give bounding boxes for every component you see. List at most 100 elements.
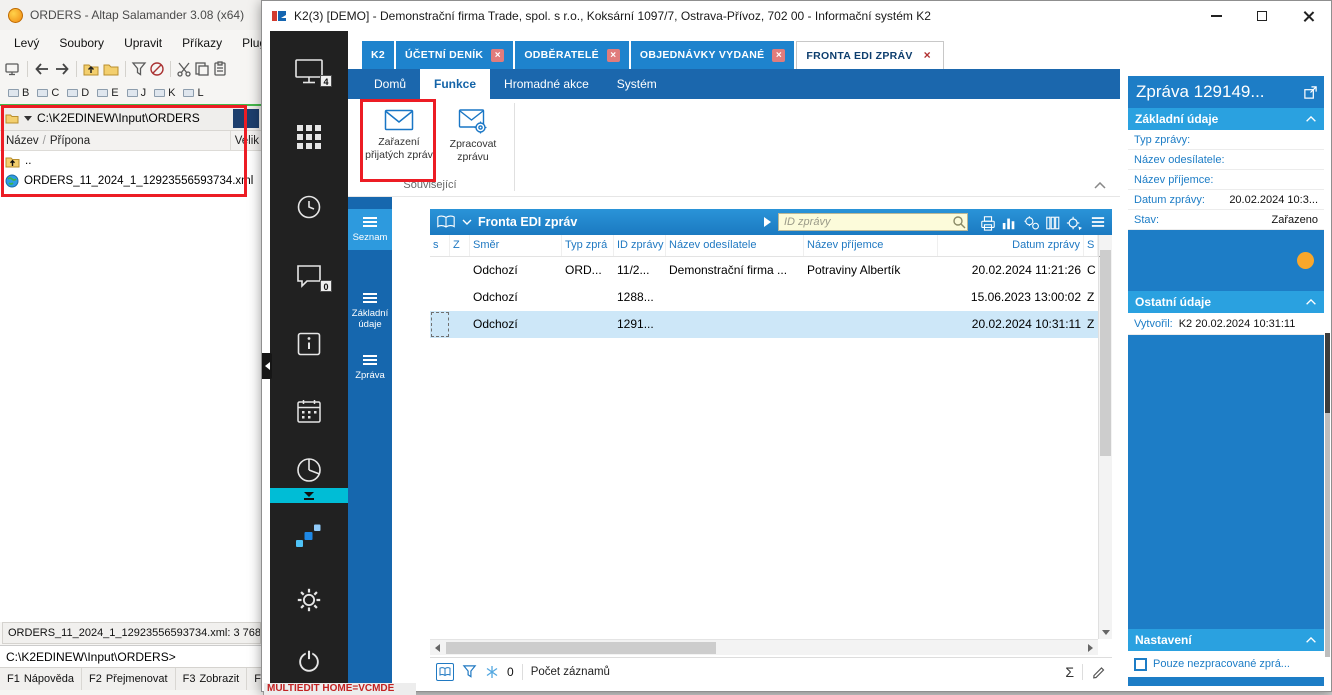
tab-odberatele[interactable]: ODBĚRATELÉ × — [515, 41, 629, 69]
tab-ucetni-denik[interactable]: ÚČETNÍ DENÍK × — [396, 41, 514, 69]
ribbon-tab-system[interactable]: Systém — [603, 69, 671, 99]
deselect-icon[interactable] — [149, 61, 165, 77]
filter-icon[interactable] — [462, 664, 477, 679]
column-size[interactable]: Velik — [229, 131, 259, 150]
ribbon-collapse-button[interactable] — [1094, 182, 1106, 190]
tab-k2[interactable]: K2 — [362, 41, 395, 69]
table-row[interactable]: Odchozí ORD... 11/2... Demonstrační firm… — [430, 257, 1112, 284]
horizontal-scrollbar[interactable] — [430, 639, 1098, 655]
column-header[interactable]: Název příjemce — [804, 235, 938, 256]
drive-j[interactable]: J — [125, 86, 149, 100]
close-button[interactable] — [1285, 1, 1331, 31]
column-header[interactable]: Směr — [470, 235, 562, 256]
ribbon-tab-domu[interactable]: Domů — [360, 69, 420, 99]
chart-icon[interactable] — [1001, 215, 1017, 231]
menu-prikazy[interactable]: Příkazy — [172, 33, 232, 53]
detail-field[interactable]: Datum zprávy: 20.02.2024 10:3... — [1128, 190, 1324, 210]
ribbon-tab-funkce[interactable]: Funkce — [420, 69, 491, 99]
scrollbar-thumb[interactable] — [446, 642, 716, 654]
column-header[interactable]: S — [1084, 235, 1098, 256]
cut-icon[interactable] — [176, 61, 192, 77]
panel-scrollbar[interactable] — [1325, 333, 1330, 657]
forward-icon[interactable] — [53, 60, 71, 78]
salamander-titlebar[interactable]: ORDERS - Altap Salamander 3.08 (x64) — [0, 0, 263, 30]
sidebar-item-analytics[interactable] — [270, 523, 348, 549]
filter-icon[interactable] — [131, 61, 147, 77]
computer-icon[interactable] — [4, 60, 22, 78]
sidebar-item-settings[interactable] — [270, 586, 348, 614]
drive-d[interactable]: D — [65, 86, 91, 100]
fkey-f2[interactable]: F2 Přejmenovat — [82, 668, 176, 690]
sidebar-item-desktop[interactable]: 4 — [270, 57, 348, 87]
section-header-basic[interactable]: Základní údaje — [1128, 108, 1324, 130]
close-icon[interactable]: × — [772, 48, 786, 62]
panel-switch-box[interactable] — [233, 109, 259, 128]
gear-settings-icon[interactable] — [1065, 215, 1083, 231]
view-tab-zprava[interactable]: Zpráva — [348, 347, 392, 388]
table-row[interactable]: Odchozí 1288... 15.06.2023 13:00:02 Z — [430, 284, 1112, 311]
book-icon[interactable] — [436, 214, 456, 230]
scroll-right-icon[interactable] — [1088, 644, 1093, 652]
salamander-command-line[interactable]: C:\K2EDINEW\Input\ORDERS> — [0, 645, 261, 667]
tab-objednavky-vydane[interactable]: OBJEDNÁVKY VYDANÉ × — [630, 41, 795, 69]
table-row-selected[interactable]: Odchozí 1291... 20.02.2024 10:31:11 Z — [430, 311, 1112, 338]
vertical-scrollbar[interactable] — [1098, 235, 1112, 639]
fkey-f4[interactable]: F4U — [247, 668, 261, 690]
detail-field[interactable]: Stav: Zařazeno — [1128, 210, 1324, 230]
search-input[interactable] — [778, 213, 968, 231]
drive-k[interactable]: K — [152, 86, 177, 100]
k2-titlebar[interactable]: K2(3) [DEMO] - Demonstrační firma Trade,… — [262, 1, 1331, 31]
scroll-left-icon[interactable] — [435, 644, 440, 652]
column-header[interactable]: ID zprávy — [614, 235, 666, 256]
detail-field[interactable]: Typ zprávy: — [1128, 130, 1324, 150]
sidebar-item-reports[interactable] — [270, 455, 348, 485]
file-row-xml[interactable]: ORDERS_11_2024_1_12923556593734.xml — [0, 171, 261, 191]
chevron-up-icon[interactable] — [1305, 116, 1317, 123]
settings-checkbox-row[interactable]: Pouze nezpracované zprá... — [1128, 651, 1324, 677]
column-ext[interactable]: Přípona — [50, 135, 90, 147]
hot-path-icon[interactable] — [102, 60, 120, 78]
sum-icon[interactable]: Σ — [1065, 664, 1074, 680]
open-external-icon[interactable] — [1303, 85, 1318, 100]
close-icon[interactable]: × — [491, 48, 505, 62]
detail-field[interactable]: Název příjemce: — [1128, 170, 1324, 190]
button-zarazeni-prijatych-zprav[interactable]: Zařazení přijatých zpráv — [364, 103, 434, 179]
detail-field[interactable]: Název odesílatele: — [1128, 150, 1324, 170]
paste-icon[interactable] — [212, 61, 228, 77]
chevron-down-icon[interactable] — [24, 115, 32, 121]
sidebar-expand-more[interactable] — [270, 488, 348, 503]
column-header[interactable]: Z — [450, 235, 470, 256]
column-header[interactable]: s — [430, 235, 450, 256]
checkbox[interactable] — [1134, 657, 1147, 671]
drive-c[interactable]: C — [35, 86, 61, 100]
detail-field[interactable]: Vytvořil: K2 20.02.2024 10:31:11 — [1128, 313, 1324, 335]
button-zpracovat-zpravu[interactable]: Zpracovat zprávu — [438, 103, 508, 179]
scrollbar-thumb[interactable] — [1325, 333, 1330, 413]
sidebar-item-history[interactable] — [270, 193, 348, 221]
tab-fronta-edi-zprav[interactable]: FRONTA EDI ZPRÁV × — [796, 41, 944, 69]
minimize-button[interactable] — [1193, 1, 1239, 31]
file-row-updir[interactable]: .. — [0, 151, 261, 171]
section-header-settings[interactable]: Nastavení — [1128, 629, 1324, 651]
sidebar-item-calendar[interactable] — [270, 398, 348, 424]
copy-icon[interactable] — [194, 61, 210, 77]
sidebar-item-power[interactable] — [270, 647, 348, 675]
chevron-up-icon[interactable] — [1305, 299, 1317, 306]
snowflake-icon[interactable] — [485, 665, 499, 679]
panel-collapse-handle[interactable] — [262, 353, 272, 379]
chevron-down-icon[interactable] — [462, 219, 472, 225]
close-icon[interactable]: × — [606, 48, 620, 62]
parent-folder-icon[interactable] — [82, 60, 100, 78]
sidebar-item-info[interactable] — [270, 331, 348, 357]
sidebar-item-messages[interactable]: 0 — [270, 262, 348, 292]
grid-menu-icon[interactable] — [1091, 215, 1105, 229]
view-tab-seznam[interactable]: Seznam — [348, 209, 392, 251]
fkey-f3[interactable]: F3 Zobrazit — [176, 668, 248, 690]
column-header[interactable]: Název odesílatele — [666, 235, 804, 256]
sidebar-item-modules[interactable] — [270, 124, 348, 150]
drive-l[interactable]: L — [181, 86, 205, 100]
edit-pencil-icon[interactable] — [1091, 664, 1106, 679]
column-header[interactable]: Datum zprávy — [938, 235, 1084, 256]
maximize-button[interactable] — [1239, 1, 1285, 31]
section-header-other[interactable]: Ostatní údaje — [1128, 291, 1324, 313]
